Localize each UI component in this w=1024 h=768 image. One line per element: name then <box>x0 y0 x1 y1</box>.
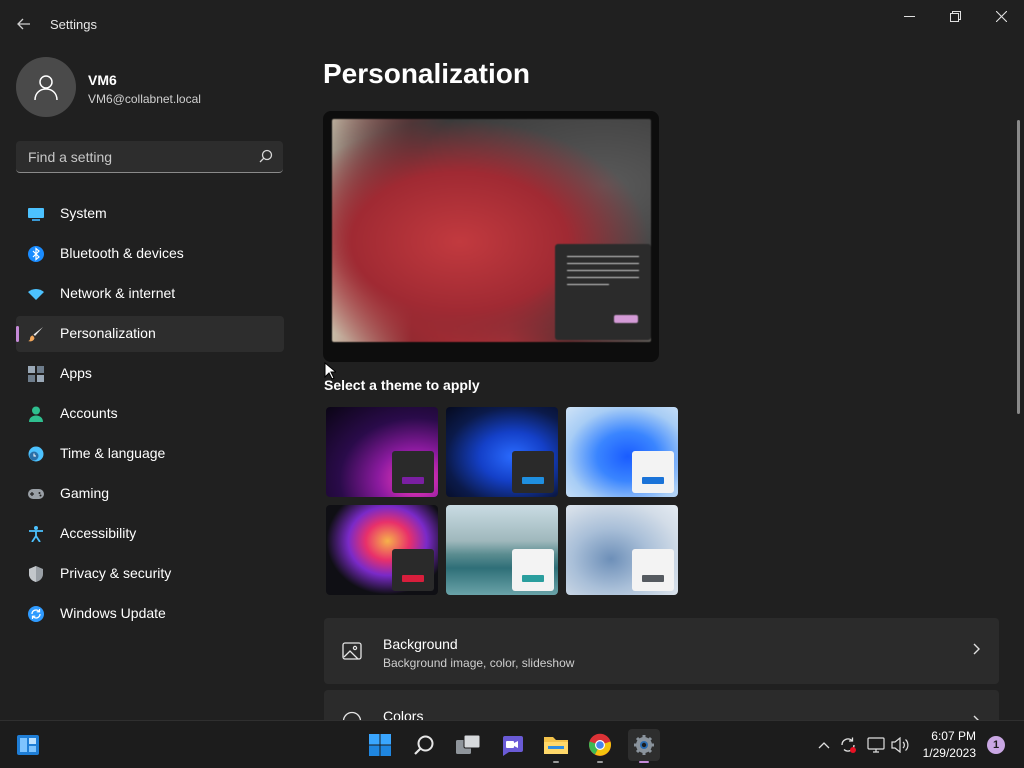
theme-sunrise[interactable] <box>566 505 678 595</box>
sidebar-item-network-internet[interactable]: Network & internet <box>16 276 284 312</box>
preview-accent-button <box>614 315 638 323</box>
scrollbar[interactable] <box>1017 120 1020 414</box>
sidebar-item-label: Accounts <box>60 405 118 421</box>
sidebar-item-label: System <box>60 205 107 221</box>
search-box[interactable] <box>16 141 283 173</box>
selection-indicator <box>16 326 19 342</box>
sidebar-item-label: Windows Update <box>60 605 166 621</box>
theme-window-mock <box>392 451 434 493</box>
theme-windows-dark[interactable] <box>446 407 558 497</box>
user-name: VM6 <box>88 72 117 88</box>
teams-chat-icon[interactable] <box>496 729 528 761</box>
palette-icon <box>342 711 362 720</box>
update-icon <box>28 606 44 622</box>
theme-window-mock <box>392 549 434 591</box>
theme-preview <box>323 111 659 362</box>
theme-flow[interactable] <box>446 505 558 595</box>
card-subtitle: Background image, color, slideshow <box>383 656 575 670</box>
minimize-icon[interactable] <box>886 0 932 32</box>
sidebar-item-label: Network & internet <box>60 285 176 301</box>
network-icon[interactable] <box>866 735 886 755</box>
chrome-icon[interactable] <box>584 729 616 763</box>
close-icon[interactable] <box>978 0 1024 32</box>
sidebar-item-label: Accessibility <box>60 525 137 541</box>
clock-globe-icon <box>28 446 44 462</box>
sidebar-item-system[interactable]: System <box>16 196 284 232</box>
apps-icon <box>28 366 44 382</box>
background-card[interactable]: Background Background image, color, slid… <box>324 618 999 684</box>
sidebar-item-label: Personalization <box>60 325 156 341</box>
sidebar-item-privacy-security[interactable]: Privacy & security <box>16 556 284 592</box>
task-view-icon[interactable] <box>452 729 484 761</box>
widgets-icon[interactable] <box>12 729 44 761</box>
person-icon <box>29 406 43 422</box>
search-icon[interactable] <box>408 729 440 761</box>
sidebar-item-windows-update[interactable]: Windows Update <box>16 596 284 632</box>
sidebar-item-accounts[interactable]: Accounts <box>16 396 284 432</box>
sidebar-item-gaming[interactable]: Gaming <box>16 476 284 512</box>
user-email: VM6@collabnet.local <box>88 92 201 106</box>
avatar[interactable] <box>16 57 76 117</box>
theme-window-mock <box>632 451 674 493</box>
theme-window-mock <box>512 549 554 591</box>
mouse-cursor-icon <box>324 362 336 380</box>
taskbar: 6:07 PM 1/29/2023 1 <box>0 720 1024 768</box>
search-input[interactable] <box>26 141 250 173</box>
search-icon[interactable] <box>259 149 273 163</box>
person-icon <box>34 75 58 101</box>
settings-icon[interactable] <box>628 729 660 763</box>
theme-window-mock <box>632 549 674 591</box>
active-indicator <box>639 761 649 763</box>
gamepad-icon <box>28 489 44 499</box>
accessibility-icon <box>29 526 43 542</box>
sidebar-item-label: Apps <box>60 365 92 381</box>
chevron-up-icon[interactable] <box>814 735 834 755</box>
sidebar-item-apps[interactable]: Apps <box>16 356 284 392</box>
card-title: Colors <box>383 708 424 720</box>
theme-windows-light[interactable] <box>566 407 678 497</box>
title-bar: Settings <box>0 0 1024 48</box>
wifi-icon <box>28 289 44 300</box>
shield-icon <box>29 566 43 582</box>
back-arrow-icon[interactable] <box>12 12 36 36</box>
sidebar-item-bluetooth-devices[interactable]: Bluetooth & devices <box>16 236 284 272</box>
sync-icon[interactable] <box>838 735 858 755</box>
sidebar-item-label: Bluetooth & devices <box>60 245 184 261</box>
page-title: Personalization <box>323 58 530 89</box>
sidebar-item-label: Privacy & security <box>60 565 172 581</box>
theme-captured-motion[interactable] <box>326 505 438 595</box>
running-indicator <box>597 761 603 763</box>
colors-card[interactable]: Colors <box>324 690 999 720</box>
app-title: Settings <box>50 17 97 32</box>
sidebar-item-time-language[interactable]: Time & language <box>16 436 284 472</box>
clock-date[interactable]: 1/29/2023 <box>923 746 976 760</box>
start-icon[interactable] <box>364 729 396 761</box>
volume-icon[interactable] <box>890 735 910 755</box>
sidebar-item-accessibility[interactable]: Accessibility <box>16 516 284 552</box>
running-indicator <box>553 761 559 763</box>
sidebar-item-label: Time & language <box>60 445 166 461</box>
bluetooth-icon <box>28 246 44 262</box>
preview-window-mock <box>555 244 651 340</box>
monitor-icon <box>28 208 44 221</box>
chevron-right-icon <box>973 643 980 655</box>
clock-time[interactable]: 6:07 PM <box>931 729 976 743</box>
restore-icon[interactable] <box>932 0 978 32</box>
wallpaper-preview-image <box>332 119 651 342</box>
theme-window-mock <box>512 451 554 493</box>
sidebar-item-label: Gaming <box>60 485 110 501</box>
picture-icon <box>342 642 362 660</box>
card-title: Background <box>383 636 458 652</box>
notification-badge[interactable]: 1 <box>987 736 1005 754</box>
brush-icon <box>28 327 43 342</box>
theme-section-label: Select a theme to apply <box>324 377 480 393</box>
theme-glow[interactable] <box>326 407 438 497</box>
file-explorer-icon[interactable] <box>540 729 572 763</box>
sidebar-item-personalization[interactable]: Personalization <box>16 316 284 352</box>
